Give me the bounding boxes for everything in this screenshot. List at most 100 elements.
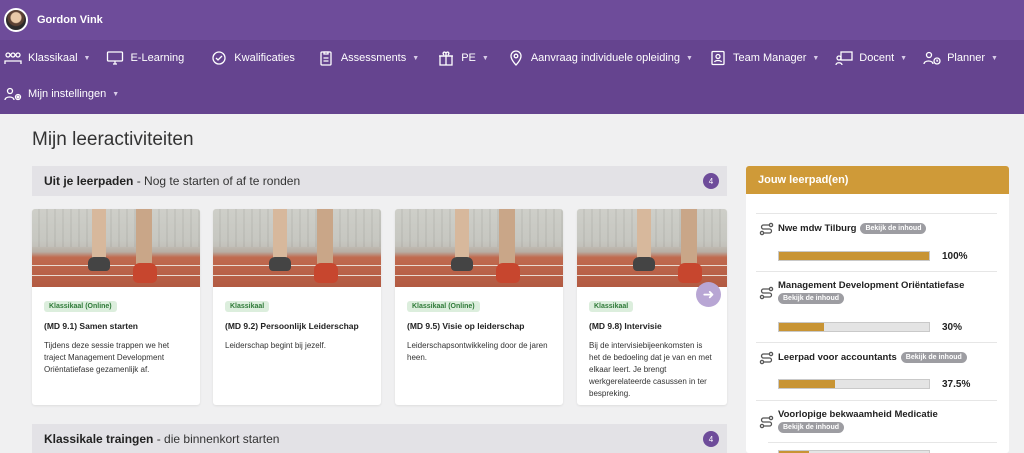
nav-label: Aanvraag individuele opleiding [530, 52, 681, 64]
section-title: Uit je leerpaden [44, 174, 134, 188]
nav-label: Mijn instellingen [28, 88, 107, 100]
route-icon [759, 415, 774, 429]
chevron-down-icon: ▼ [412, 54, 420, 62]
nav-label: Planner [947, 52, 986, 64]
type-tag: Klassikaal (Online) [44, 301, 117, 312]
progress-fill [779, 323, 824, 331]
person-clock-icon [923, 51, 941, 65]
section-header-leerpaden: Uit je leerpaden - Nog te starten of af … [32, 166, 727, 196]
user-settings-icon [4, 87, 22, 101]
nav-label: Kwalificaties [234, 52, 295, 64]
count-badge: 4 [703, 431, 719, 447]
nav-item-assessments[interactable]: Assessments ▼ [317, 50, 419, 66]
monitor-icon [107, 51, 124, 65]
gift-icon [439, 51, 454, 66]
section-subtitle: - Nog te starten of af te ronden [133, 174, 301, 188]
nav-label: Klassikaal [28, 52, 78, 64]
progress-percent: 30% [942, 322, 963, 333]
divider [756, 342, 997, 343]
card-title[interactable]: (MD 9.1) Samen starten [44, 321, 188, 331]
nav-item-team-manager[interactable]: Team Manager ▼ [709, 50, 819, 66]
teacher-icon [835, 51, 853, 66]
learning-paths-panel: Jouw leerpad(en) Nwe mdw Tilburg Bekijk d… [746, 166, 1009, 453]
nav-label: Docent [859, 52, 895, 64]
avatar[interactable] [4, 8, 28, 32]
classroom-icon [4, 52, 22, 64]
progress-bar [778, 251, 930, 261]
type-tag: Klassikaal [225, 301, 270, 312]
learning-path-name: Nwe mdw Tilburg [778, 223, 857, 235]
view-content-button[interactable]: Bekijk de inhoud [778, 293, 845, 304]
runner-image [577, 209, 727, 287]
nav-item-klassikaal[interactable]: Klassikaal ▼ [4, 50, 90, 66]
page-title: Mijn leeractiviteiten [32, 129, 194, 150]
chevron-down-icon: ▼ [481, 54, 489, 62]
progress-fill [779, 252, 929, 260]
type-tag: Klassikaal (Online) [407, 301, 480, 312]
route-icon [759, 351, 774, 365]
view-content-button[interactable]: Bekijk de inhoud [900, 352, 967, 363]
main-nav: Klassikaal ▼ E-Learning Kwalificaties Ass… [0, 40, 1024, 114]
learning-path-title[interactable]: Nwe mdw Tilburg Bekijk de inhoud [778, 223, 927, 235]
card-title[interactable]: (MD 9.2) Persoonlijk Leiderschap [225, 321, 369, 331]
nav-item-kwalificaties[interactable]: Kwalificaties [210, 50, 295, 66]
progress-percent: 100% [942, 251, 968, 262]
id-card-icon [711, 50, 725, 66]
runner-image [32, 209, 200, 287]
nav-label: PE [461, 52, 476, 64]
chevron-down-icon: ▼ [83, 54, 91, 62]
nav-item-docent[interactable]: Docent ▼ [835, 50, 907, 66]
view-content-button[interactable]: Bekijk de inhoud [778, 422, 845, 433]
learning-path-title[interactable]: Management Development Oriëntatiefase Bek… [778, 280, 964, 304]
nav-row-1: Klassikaal ▼ E-Learning Kwalificaties Ass… [4, 40, 1014, 76]
nav-item-planner[interactable]: Planner ▼ [923, 50, 998, 66]
nav-label: Team Manager [732, 52, 807, 64]
progress-bar [778, 322, 930, 332]
activity-card[interactable]: Klassikaal (MD 9.8) Intervisie Bij de in… [577, 209, 727, 405]
card-description: Leiderschap begint bij jezelf. [225, 341, 326, 350]
activity-card[interactable]: Klassikaal (Online) (MD 9.1) Samen start… [32, 209, 200, 405]
nav-item-aanvraag[interactable]: Aanvraag individuele opleiding ▼ [507, 50, 693, 66]
divider [756, 400, 997, 401]
card-description: Leiderschapsontwikkeling door de jaren h… [407, 341, 548, 362]
nav-label: E-Learning [130, 52, 185, 64]
divider [756, 271, 997, 272]
card-title[interactable]: (MD 9.8) Intervisie [589, 321, 715, 331]
route-icon [759, 222, 774, 236]
card-description: Tijdens deze sessie trappen we het traje… [44, 341, 170, 374]
badge-check-icon [212, 51, 226, 65]
chevron-down-icon: ▼ [112, 90, 120, 98]
user-name[interactable]: Gordon Vink [37, 14, 103, 26]
section-title: Klassikale traingen [44, 432, 154, 446]
chevron-down-icon: ▼ [686, 54, 693, 62]
chevron-down-icon: ▼ [812, 54, 820, 62]
carousel-next-button[interactable]: ➜ [696, 282, 721, 307]
learning-path-title[interactable]: Leerpad voor accountants Bekijk de inhoud [778, 352, 967, 363]
nav-item-elearning[interactable]: E-Learning [106, 50, 184, 66]
learning-path-name: Voorlopige bekwaamheid Medicatie [778, 409, 938, 420]
card-title[interactable]: (MD 9.5) Visie op leiderschap [407, 321, 551, 331]
activity-card[interactable]: Klassikaal (MD 9.2) Persoonlijk Leidersc… [213, 209, 381, 405]
nav-item-mijn-instellingen[interactable]: Mijn instellingen ▼ [4, 86, 119, 102]
divider [756, 213, 997, 214]
runner-image [395, 209, 563, 287]
divider [768, 442, 997, 443]
top-bar: Gordon Vink [0, 0, 1024, 40]
runner-image [213, 209, 381, 287]
activity-card[interactable]: Klassikaal (Online) (MD 9.5) Visie op le… [395, 209, 563, 405]
map-pin-icon [510, 50, 522, 66]
progress-percent: 37.5% [942, 379, 971, 390]
route-icon [759, 286, 774, 300]
nav-item-pe[interactable]: PE ▼ [437, 50, 489, 66]
panel-header: Jouw leerpad(en) [746, 166, 1009, 194]
section-header-klassikale: Klassikale traingen - die binnenkort sta… [32, 424, 727, 453]
arrow-right-icon: ➜ [702, 286, 715, 302]
progress-fill [779, 380, 836, 388]
learning-path-name: Leerpad voor accountants [778, 352, 897, 364]
learning-path-title[interactable]: Voorlopige bekwaamheid Medicatie Bekijk d… [778, 409, 938, 433]
view-content-button[interactable]: Bekijk de inhoud [860, 223, 927, 234]
chevron-down-icon: ▼ [900, 54, 908, 62]
nav-label: Assessments [340, 52, 407, 64]
type-tag: Klassikaal [589, 301, 634, 312]
count-badge: 4 [703, 173, 719, 189]
